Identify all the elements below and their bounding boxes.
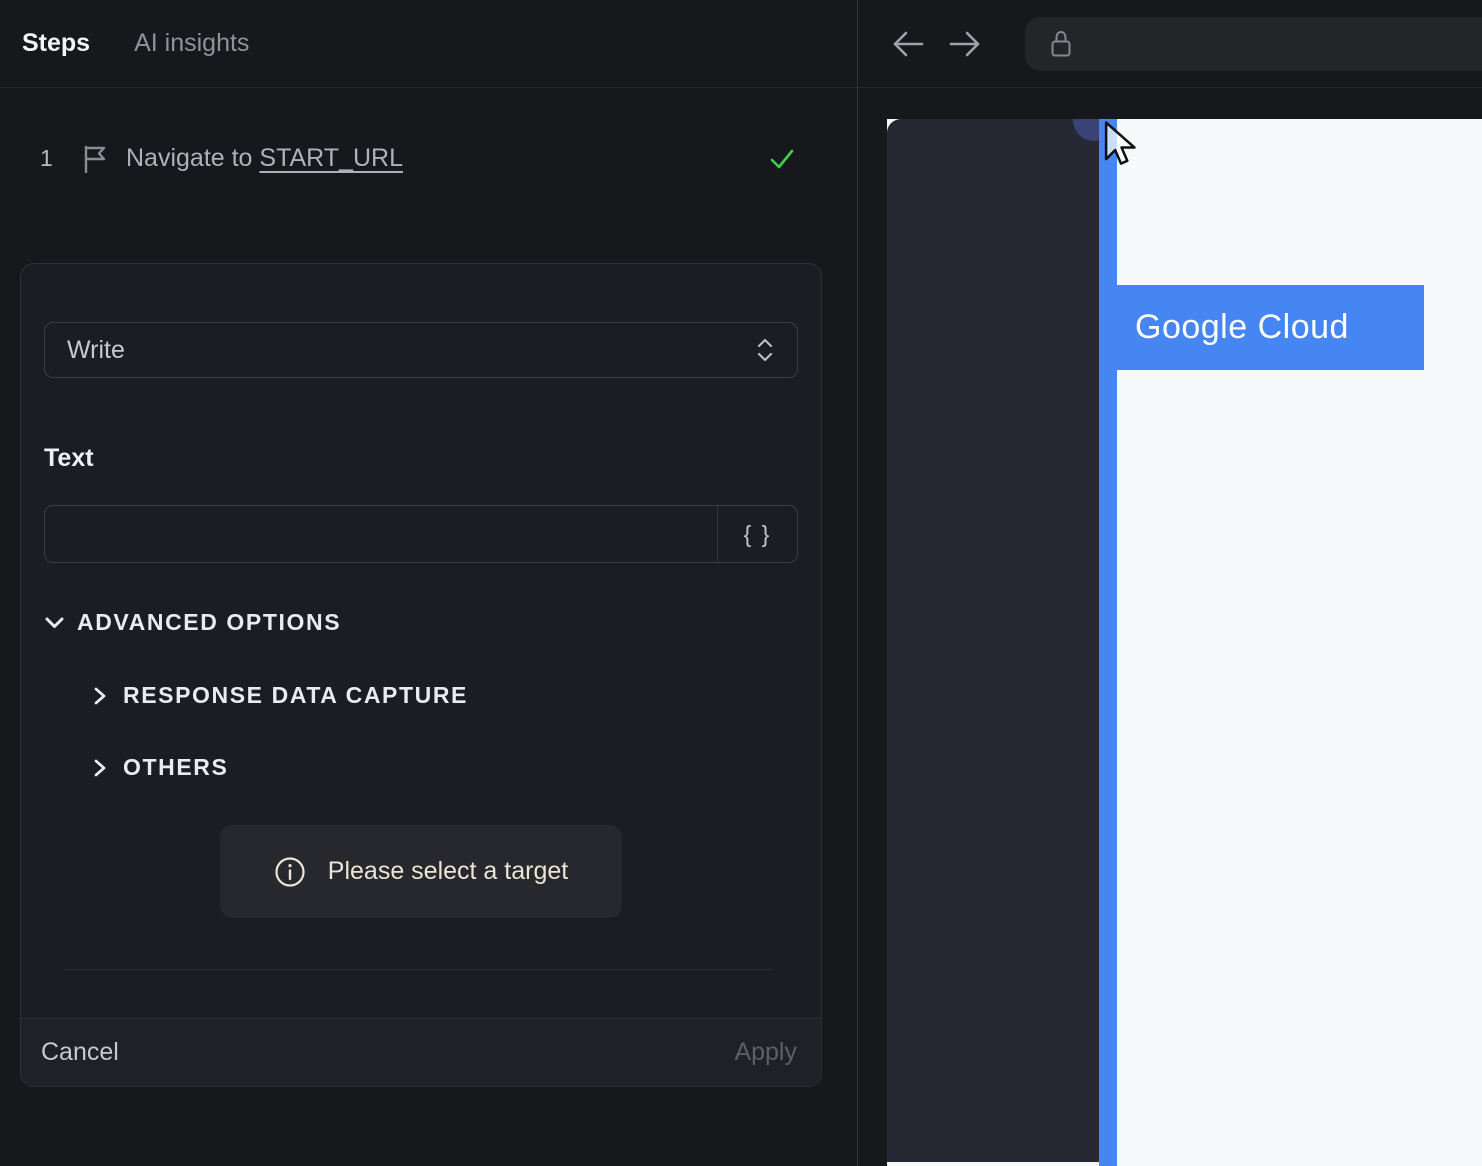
mouse-cursor-icon [1104,121,1136,165]
advanced-options-toggle[interactable]: ADVANCED OPTIONS [44,609,798,636]
chevron-down-icon [45,617,64,628]
chevron-right-icon [94,759,106,776]
flag-icon [84,145,106,173]
advanced-options-label: ADVANCED OPTIONS [77,609,342,635]
tab-steps[interactable]: Steps [22,29,90,58]
step-editor-card: Write Text { } ADVANCED OPTIONS RESPONSE… [20,263,822,1087]
others-toggle[interactable]: OTHERS [91,754,798,781]
back-arrow-icon[interactable] [891,28,925,60]
step-number: 1 [40,145,53,171]
footer-divider [64,969,772,970]
left-topbar: Steps AI insights [0,0,857,88]
app-window: Steps AI insights 1 Navigate to START_UR… [0,0,1482,1166]
response-data-capture-toggle[interactable]: RESPONSE DATA CAPTURE [91,682,798,709]
others-label: OTHERS [123,754,229,780]
cancel-button[interactable]: Cancel [41,1038,119,1067]
text-field-label: Text [44,444,94,472]
apply-button[interactable]: Apply [734,1038,797,1067]
highlight-blue-bar [1099,119,1117,1166]
step-item[interactable]: 1 Navigate to START_URL [0,144,857,173]
action-select[interactable]: Write [44,322,798,378]
google-cloud-label: Google Cloud [1135,308,1349,346]
tab-ai-insights[interactable]: AI insights [134,29,249,58]
browser-pane: Google Cloud [858,0,1482,1166]
editor-footer: Cancel Apply [21,1018,821,1086]
url-bar[interactable] [1025,17,1482,71]
google-cloud-banner[interactable]: Google Cloud [1117,285,1424,370]
step-target-link[interactable]: START_URL [259,144,403,172]
select-target-notice: Please select a target [220,825,622,918]
chevron-right-icon [94,687,106,704]
text-input-group: { } [44,505,798,563]
info-icon [275,856,305,887]
forward-arrow-icon[interactable] [948,28,982,60]
text-input[interactable] [45,506,717,562]
lock-icon [1051,30,1071,57]
browser-toolbar [858,0,1482,88]
step-label: Navigate to START_URL [126,144,403,172]
action-select-value: Write [67,335,125,364]
unfold-more-icon [757,338,773,362]
check-icon [770,149,794,168]
steps-pane: Steps AI insights 1 Navigate to START_UR… [0,0,858,1166]
variables-braces-button[interactable]: { } [717,506,797,562]
page-dark-sidebar[interactable] [887,119,1099,1162]
response-data-capture-label: RESPONSE DATA CAPTURE [123,682,468,708]
browser-viewport: Google Cloud [887,119,1482,1166]
select-target-text: Please select a target [327,857,569,885]
